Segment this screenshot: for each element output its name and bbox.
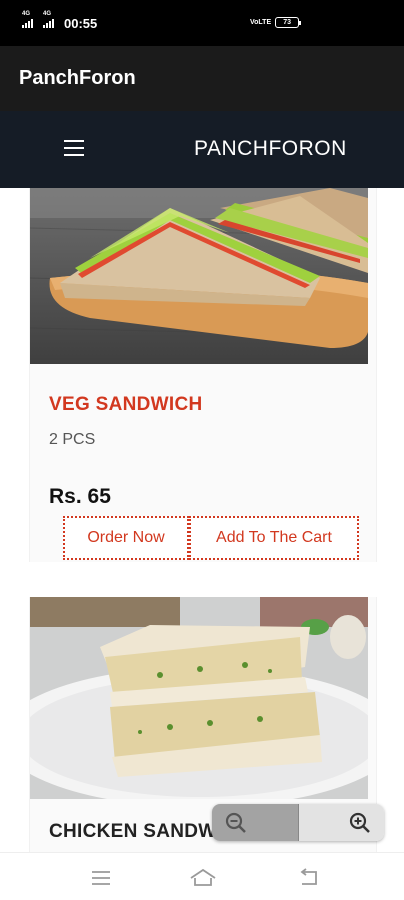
veg-sandwich-image <box>30 188 368 364</box>
system-nav-bar <box>0 852 404 900</box>
clock: 00:55 <box>64 15 98 31</box>
volte-label: VoLTE <box>250 19 272 26</box>
add-to-cart-button[interactable]: Add To The Cart <box>189 516 359 560</box>
product-list[interactable]: VEG SANDWICH 2 PCS Rs. 65 Order Now Add … <box>0 188 404 852</box>
signal-icon: 4G <box>22 11 33 28</box>
site-header: PANCHFORON <box>0 111 404 188</box>
zoom-out-button[interactable] <box>212 804 298 841</box>
chicken-sandwich-image <box>30 597 368 799</box>
app-title: PanchForon <box>19 67 136 89</box>
product-name[interactable]: VEG SANDWICH <box>49 394 203 416</box>
zoom-in-button[interactable] <box>297 804 384 841</box>
hamburger-menu-icon[interactable] <box>64 138 84 158</box>
product-card: VEG SANDWICH 2 PCS Rs. 65 Order Now Add … <box>29 188 377 562</box>
zoom-out-icon <box>225 812 246 833</box>
order-now-button[interactable]: Order Now <box>63 516 189 560</box>
zoom-control <box>212 804 384 841</box>
menu-icon[interactable] <box>90 867 112 889</box>
zoom-in-icon <box>349 812 370 833</box>
battery-level: 73 <box>283 19 292 26</box>
battery-icon: 73 <box>275 17 302 28</box>
signal-label-2: 4G <box>43 11 52 17</box>
product-price: Rs. 65 <box>49 485 111 508</box>
app-bar: PanchForon <box>0 46 404 111</box>
status-bar: 4G 4G 00:55 VoLTE 73 <box>0 0 404 46</box>
back-icon[interactable] <box>298 867 320 889</box>
status-right: VoLTE 73 <box>250 17 302 28</box>
status-left: 4G 4G 00:55 <box>22 11 98 31</box>
signal-label: 4G <box>22 11 31 17</box>
product-description: 2 PCS <box>49 431 96 448</box>
home-icon[interactable] <box>189 867 217 889</box>
signal-icon-2: 4G <box>43 11 54 28</box>
site-brand[interactable]: PANCHFORON <box>194 137 347 161</box>
